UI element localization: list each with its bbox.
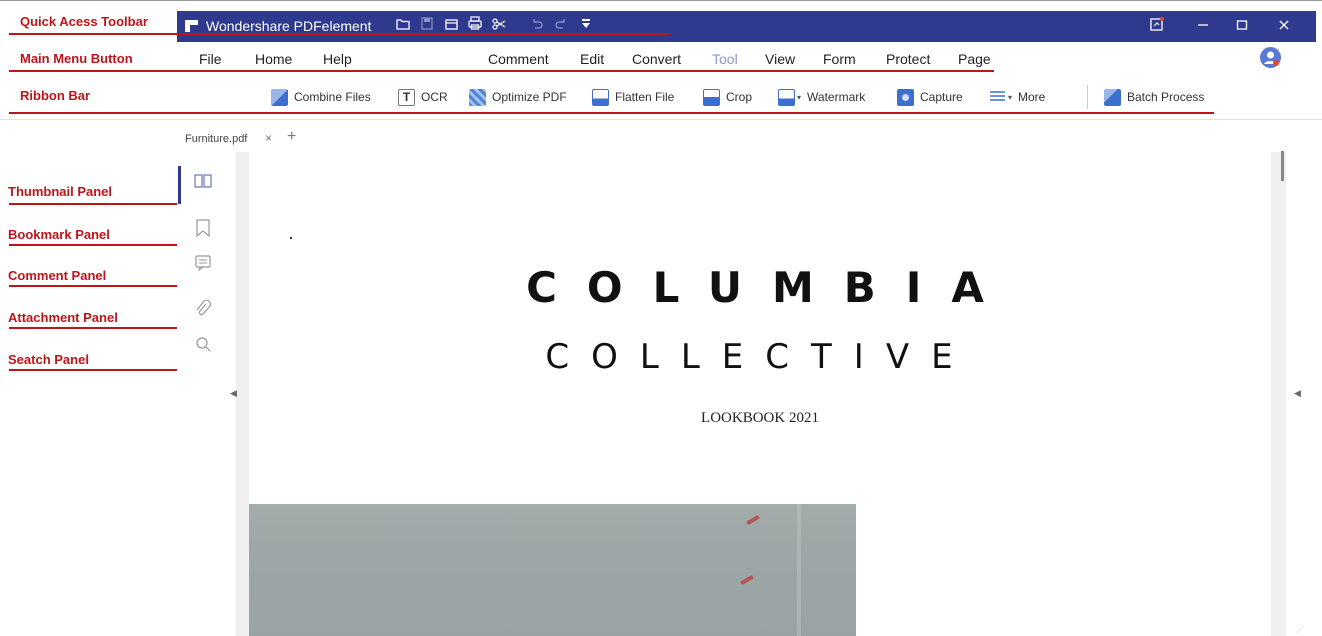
app-logo-icon (185, 20, 198, 32)
more-dropdown-icon: ▾ (1008, 92, 1013, 102)
collapse-left-icon[interactable]: ◀ (230, 388, 237, 399)
ribbon-label: Capture (920, 90, 963, 104)
resize-grip-icon[interactable]: ⋰ (1296, 625, 1304, 634)
annotation-label: Seatch Panel (8, 352, 89, 367)
ribbon-label: OCR (421, 90, 448, 104)
photo-detail (797, 504, 801, 636)
comment-icon[interactable] (193, 255, 213, 275)
annotation-label: Attachment Panel (8, 310, 118, 325)
annotation-underline (9, 70, 994, 72)
active-panel-indicator (178, 166, 181, 204)
annotation-underline (9, 112, 1214, 114)
minimize-icon[interactable] (1186, 13, 1220, 39)
attachment-icon[interactable] (193, 299, 213, 319)
search-icon[interactable] (193, 336, 213, 356)
document-heading: COLUMBIA (526, 263, 1014, 312)
annotation-underline (9, 33, 669, 35)
maximize-icon[interactable] (1225, 13, 1259, 39)
ribbon-label: Flatten File (615, 90, 675, 104)
more-button[interactable]: ▾ More (989, 86, 1045, 108)
document-caption: LOOKBOOK 2021 (701, 410, 819, 426)
ocr-icon: T (398, 88, 415, 106)
close-icon[interactable] (1267, 13, 1301, 39)
ribbon-label: Watermark (807, 90, 866, 104)
watermark-button[interactable]: ▾ Watermark (778, 86, 865, 108)
crop-button[interactable]: Crop (703, 86, 752, 108)
menu-protect[interactable]: Protect (886, 51, 930, 67)
capture-icon (897, 88, 914, 106)
ocr-button[interactable]: T OCR (398, 86, 448, 108)
optimize-pdf-button[interactable]: Optimize PDF (469, 86, 567, 108)
flatten-file-icon (592, 88, 609, 106)
top-border (0, 0, 1322, 1)
document-photo (249, 504, 856, 636)
bookmark-icon[interactable] (193, 219, 213, 239)
ribbon-label: Crop (726, 90, 753, 104)
capture-button[interactable]: Capture (897, 86, 963, 108)
annotation-label: Bookmark Panel (8, 227, 110, 242)
page-speck (290, 237, 292, 239)
menu-file[interactable]: File (199, 51, 222, 67)
thumbnail-icon[interactable] (193, 174, 213, 194)
annotation-label: Ribbon Bar (20, 88, 91, 103)
annotation-label: Thumbnail Panel (8, 184, 113, 199)
crop-icon (703, 88, 720, 106)
tab-furniture-pdf[interactable]: Furniture.pdf (185, 133, 247, 145)
ribbon-label: More (1018, 90, 1046, 104)
annotation-label: Quick Acess Toolbar (20, 14, 148, 29)
watermark-dropdown-icon: ▾ (797, 92, 802, 102)
menu-form[interactable]: Form (823, 51, 856, 67)
annotation-label: Comment Panel (8, 268, 107, 283)
menu-help[interactable]: Help (323, 51, 352, 67)
ribbon-divider (0, 119, 1322, 120)
menu-edit[interactable]: Edit (580, 51, 604, 67)
optimize-pdf-icon (469, 88, 486, 106)
ribbon-separator (1087, 85, 1088, 109)
document-subheading: COLLECTIVE (545, 337, 975, 377)
flatten-file-button[interactable]: Flatten File (592, 86, 674, 108)
annotation-label: Main Menu Button (20, 51, 133, 66)
ribbon-label: Batch Process (1127, 90, 1205, 104)
new-tab-icon[interactable]: + (287, 128, 296, 146)
batch-process-icon (1104, 88, 1121, 106)
menu-convert[interactable]: Convert (632, 51, 681, 67)
menu-home[interactable]: Home (255, 51, 292, 67)
app-title: Wondershare PDFelement (206, 18, 372, 34)
app-window: Wondershare PDFelement Quick Acess Toolb… (0, 0, 1322, 636)
title-bar: Wondershare PDFelement (177, 11, 1316, 42)
menu-comment[interactable]: Comment (488, 51, 549, 67)
ribbon-label: Combine Files (294, 90, 371, 104)
watermark-icon (778, 88, 795, 106)
collapse-right-icon[interactable]: ◀ (1294, 388, 1301, 399)
feedback-icon[interactable] (1140, 13, 1174, 39)
combine-files-icon (271, 88, 288, 106)
menu-page[interactable]: Page (958, 51, 991, 67)
batch-process-button[interactable]: Batch Process (1104, 86, 1204, 108)
menu-view[interactable]: View (765, 51, 795, 67)
combine-files-button[interactable]: Combine Files (271, 86, 371, 108)
user-avatar-icon[interactable] (1260, 47, 1281, 68)
ribbon-label: Optimize PDF (492, 90, 567, 104)
menu-tool[interactable]: Tool (712, 51, 738, 67)
more-icon (989, 90, 1006, 105)
tab-close-icon[interactable]: × (265, 131, 272, 145)
vertical-scrollbar[interactable] (1281, 151, 1284, 181)
